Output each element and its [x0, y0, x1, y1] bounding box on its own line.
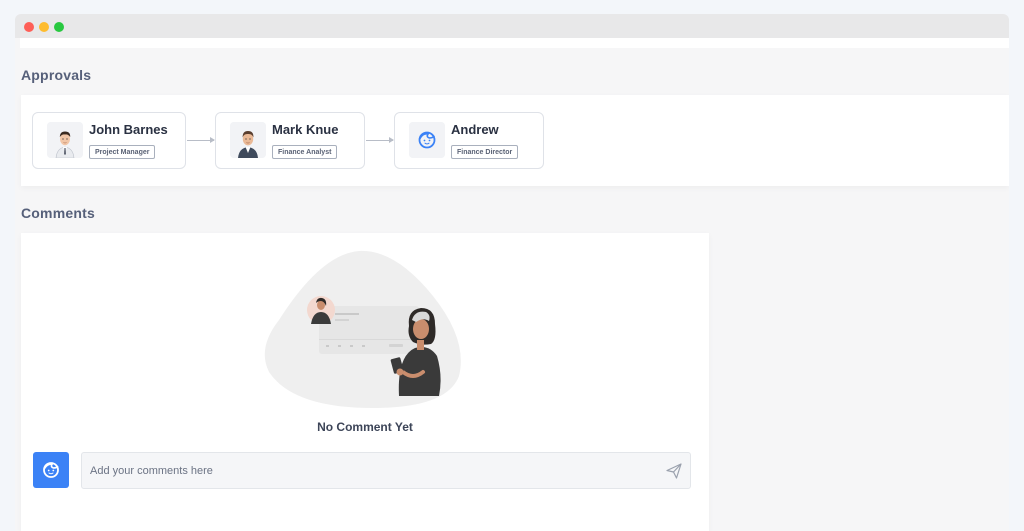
approver-role-badge: Project Manager [89, 145, 156, 159]
approver-role-badge: Finance Director [451, 145, 519, 159]
man-avatar-icon [47, 122, 83, 158]
approver-name: Andrew [451, 122, 499, 137]
woman-holding-phone-illustration [263, 248, 467, 410]
comment-input[interactable] [81, 452, 691, 489]
approver-role-badge: Finance Analyst [272, 145, 338, 159]
current-user-avatar-button[interactable] [33, 452, 69, 488]
user-face-icon [409, 122, 445, 158]
user-face-icon [43, 462, 59, 478]
minimize-window-button[interactable] [39, 22, 49, 32]
comments-panel: No Comment Yet [21, 233, 709, 531]
approver-name: John Barnes [89, 122, 168, 137]
approver-card-andrew[interactable]: Andrew Finance Director [394, 112, 544, 169]
comments-heading: Comments [21, 205, 95, 221]
close-window-button[interactable] [24, 22, 34, 32]
approver-name: Mark Knue [272, 122, 339, 137]
app-window: Approvals John Barnes Project Manager Ma… [15, 14, 1009, 531]
approvals-panel: John Barnes Project Manager Mark Knue Fi [21, 95, 1009, 186]
top-content-strip [20, 38, 1009, 48]
paper-plane-icon[interactable] [665, 462, 683, 480]
window-titlebar [15, 14, 1009, 38]
approver-card-john-barnes[interactable]: John Barnes Project Manager [32, 112, 186, 169]
maximize-window-button[interactable] [54, 22, 64, 32]
approval-connector-arrow [366, 137, 394, 143]
empty-state-text: No Comment Yet [317, 420, 413, 434]
man-avatar-icon [230, 122, 266, 158]
approver-card-mark-knue[interactable]: Mark Knue Finance Analyst [215, 112, 365, 169]
approval-connector-arrow [187, 137, 215, 143]
approvals-heading: Approvals [21, 67, 92, 83]
